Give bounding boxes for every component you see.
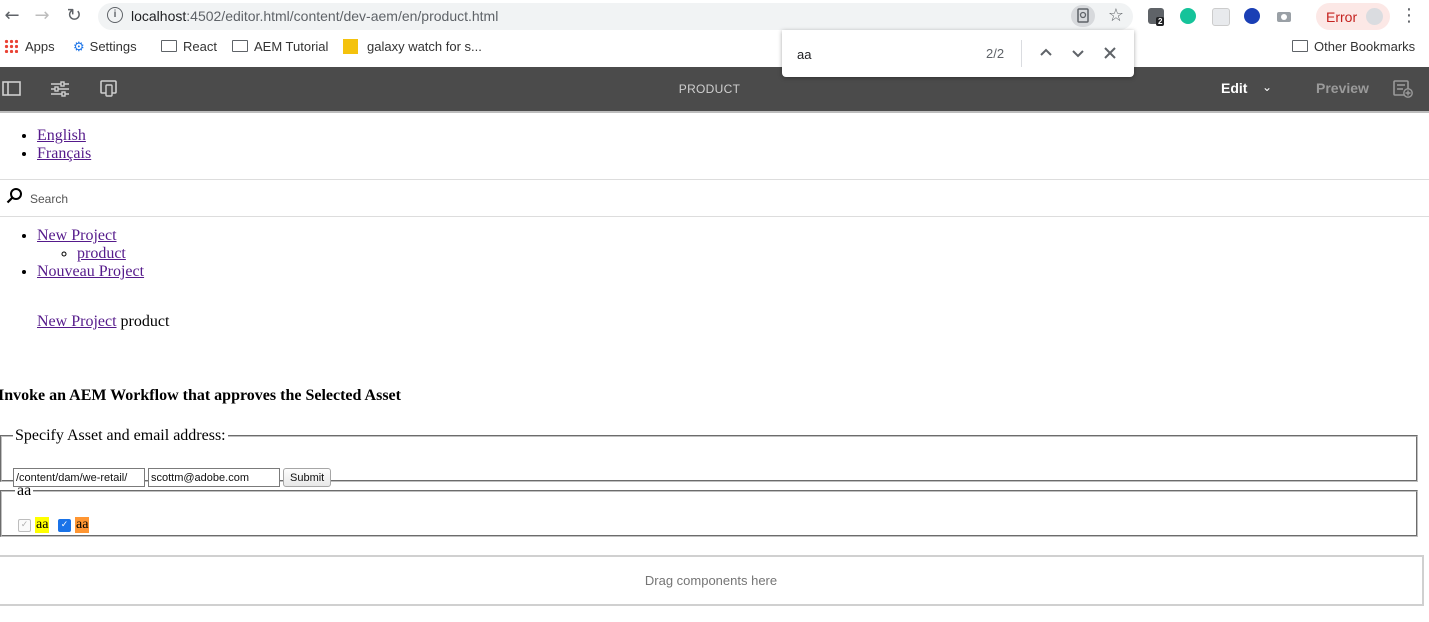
page-title: PRODUCT bbox=[678, 82, 741, 96]
bookmark-galaxy-watch[interactable]: galaxy watch for s... bbox=[343, 39, 482, 54]
breadcrumb-current: product bbox=[120, 313, 170, 330]
url-path: :4502/editor.html/content/dev-aem/en/pro… bbox=[186, 8, 499, 24]
checkbox-label: aa bbox=[35, 517, 50, 533]
nav-link-product[interactable]: product bbox=[77, 245, 126, 262]
forward-icon[interactable]: → bbox=[31, 5, 53, 27]
other-bookmarks[interactable]: Other Bookmarks bbox=[1292, 39, 1415, 54]
checkbox-disabled-checked[interactable]: ✓ bbox=[18, 519, 31, 532]
section-heading: Invoke an AEM Workflow that approves the… bbox=[0, 387, 401, 404]
avatar bbox=[1366, 8, 1383, 25]
find-match-count: 2/2 bbox=[986, 46, 1005, 61]
bookmark-react[interactable]: React bbox=[161, 39, 217, 54]
gear-icon: ⚙ bbox=[73, 39, 85, 54]
component-drop-zone[interactable]: Drag components here bbox=[0, 555, 1424, 606]
find-next-button[interactable] bbox=[1066, 41, 1090, 65]
bookmark-label: AEM Tutorial bbox=[254, 39, 329, 54]
list-item: Français bbox=[37, 145, 91, 163]
profile-error-button[interactable]: Error bbox=[1316, 3, 1390, 30]
breadcrumb-link[interactable]: New Project bbox=[37, 313, 117, 330]
folder-icon bbox=[232, 40, 248, 52]
nav-link-new-project[interactable]: New Project bbox=[37, 227, 117, 244]
annotate-icon[interactable] bbox=[1393, 80, 1413, 98]
preview-button[interactable]: Preview bbox=[1316, 80, 1369, 96]
bookmark-favicon bbox=[343, 39, 358, 54]
folder-icon bbox=[1292, 40, 1308, 52]
checkbox-checked[interactable]: ✓ bbox=[58, 519, 71, 532]
url-bar-row: ← → ↻ i localhost:4502/editor.html/conte… bbox=[0, 0, 1429, 33]
find-input[interactable] bbox=[797, 44, 967, 64]
address-bar[interactable]: i localhost:4502/editor.html/content/dev… bbox=[98, 3, 1133, 30]
nav-link-nouveau-project[interactable]: Nouveau Project bbox=[37, 263, 144, 280]
find-previous-button[interactable] bbox=[1034, 41, 1058, 65]
navigation-list: New Project product Nouveau Project bbox=[37, 227, 144, 281]
bookmark-label: Other Bookmarks bbox=[1314, 39, 1416, 54]
checkbox-group: aa ✓ aa ✓ aa bbox=[0, 482, 1418, 537]
search-icon bbox=[6, 187, 24, 210]
error-label: Error bbox=[1326, 9, 1358, 25]
divider bbox=[0, 179, 1429, 180]
language-link-francais[interactable]: Français bbox=[37, 145, 91, 162]
chevron-down-icon[interactable]: ⌄ bbox=[1262, 80, 1272, 94]
site-info-icon[interactable]: i bbox=[107, 7, 123, 23]
breadcrumb: New Project product bbox=[37, 313, 169, 331]
list-item: Nouveau Project bbox=[37, 263, 144, 281]
find-bar: 2/2 bbox=[782, 30, 1134, 77]
extension-badge: 2 bbox=[1156, 17, 1165, 26]
checkbox-label: aa bbox=[75, 517, 90, 533]
find-in-page-icon[interactable] bbox=[1071, 5, 1095, 27]
bookmark-label: Settings bbox=[89, 39, 137, 54]
drop-zone-label: Drag components here bbox=[644, 573, 778, 588]
extension-icon[interactable] bbox=[1212, 8, 1230, 26]
bookmark-label: Apps bbox=[25, 39, 55, 54]
back-icon[interactable]: ← bbox=[1, 5, 23, 27]
browser-menu-icon[interactable]: ⋮ bbox=[1400, 5, 1418, 27]
browser-chrome: ← → ↻ i localhost:4502/editor.html/conte… bbox=[0, 0, 1429, 68]
find-close-button[interactable] bbox=[1098, 41, 1122, 65]
form-legend: Specify Asset and email address: bbox=[15, 427, 226, 444]
extension-icon[interactable]: 2 bbox=[1148, 8, 1165, 26]
checkbox-group-legend: aa bbox=[17, 482, 32, 499]
bookmark-apps[interactable]: Apps bbox=[4, 39, 55, 54]
bookmark-label: galaxy watch for s... bbox=[367, 39, 482, 54]
camera-icon[interactable] bbox=[1276, 8, 1292, 24]
extension-icon[interactable] bbox=[1244, 8, 1260, 24]
language-link-english[interactable]: English bbox=[37, 127, 86, 144]
list-item: English bbox=[37, 127, 91, 145]
language-list: English Français bbox=[37, 127, 91, 163]
bookmark-star-icon[interactable]: ☆ bbox=[1108, 5, 1124, 26]
list-item: product bbox=[77, 245, 144, 263]
search-input[interactable] bbox=[30, 191, 430, 207]
grammarly-icon[interactable] bbox=[1180, 8, 1196, 24]
reload-icon[interactable]: ↻ bbox=[63, 5, 85, 27]
bookmark-settings[interactable]: ⚙ Settings bbox=[73, 39, 137, 55]
sub-navigation-list: product bbox=[37, 245, 144, 263]
divider bbox=[0, 216, 1429, 217]
workflow-form: Specify Asset and email address: Submit bbox=[0, 427, 1418, 487]
aem-editor-toolbar: PRODUCT Edit ⌄ Preview bbox=[0, 67, 1429, 113]
bookmarks-bar: Apps ⚙ Settings React AEM Tutorial galaxy… bbox=[0, 36, 1429, 60]
url-text[interactable]: localhost:4502/editor.html/content/dev-a… bbox=[131, 8, 498, 24]
mode-selector-edit[interactable]: Edit bbox=[1221, 80, 1247, 96]
bookmark-aem-tutorial[interactable]: AEM Tutorial bbox=[232, 39, 328, 54]
list-item: New Project product bbox=[37, 227, 144, 263]
bookmark-label: React bbox=[183, 39, 217, 54]
folder-icon bbox=[161, 40, 177, 52]
url-host: localhost bbox=[131, 8, 187, 24]
divider bbox=[1021, 40, 1022, 67]
apps-grid-icon bbox=[4, 39, 18, 53]
